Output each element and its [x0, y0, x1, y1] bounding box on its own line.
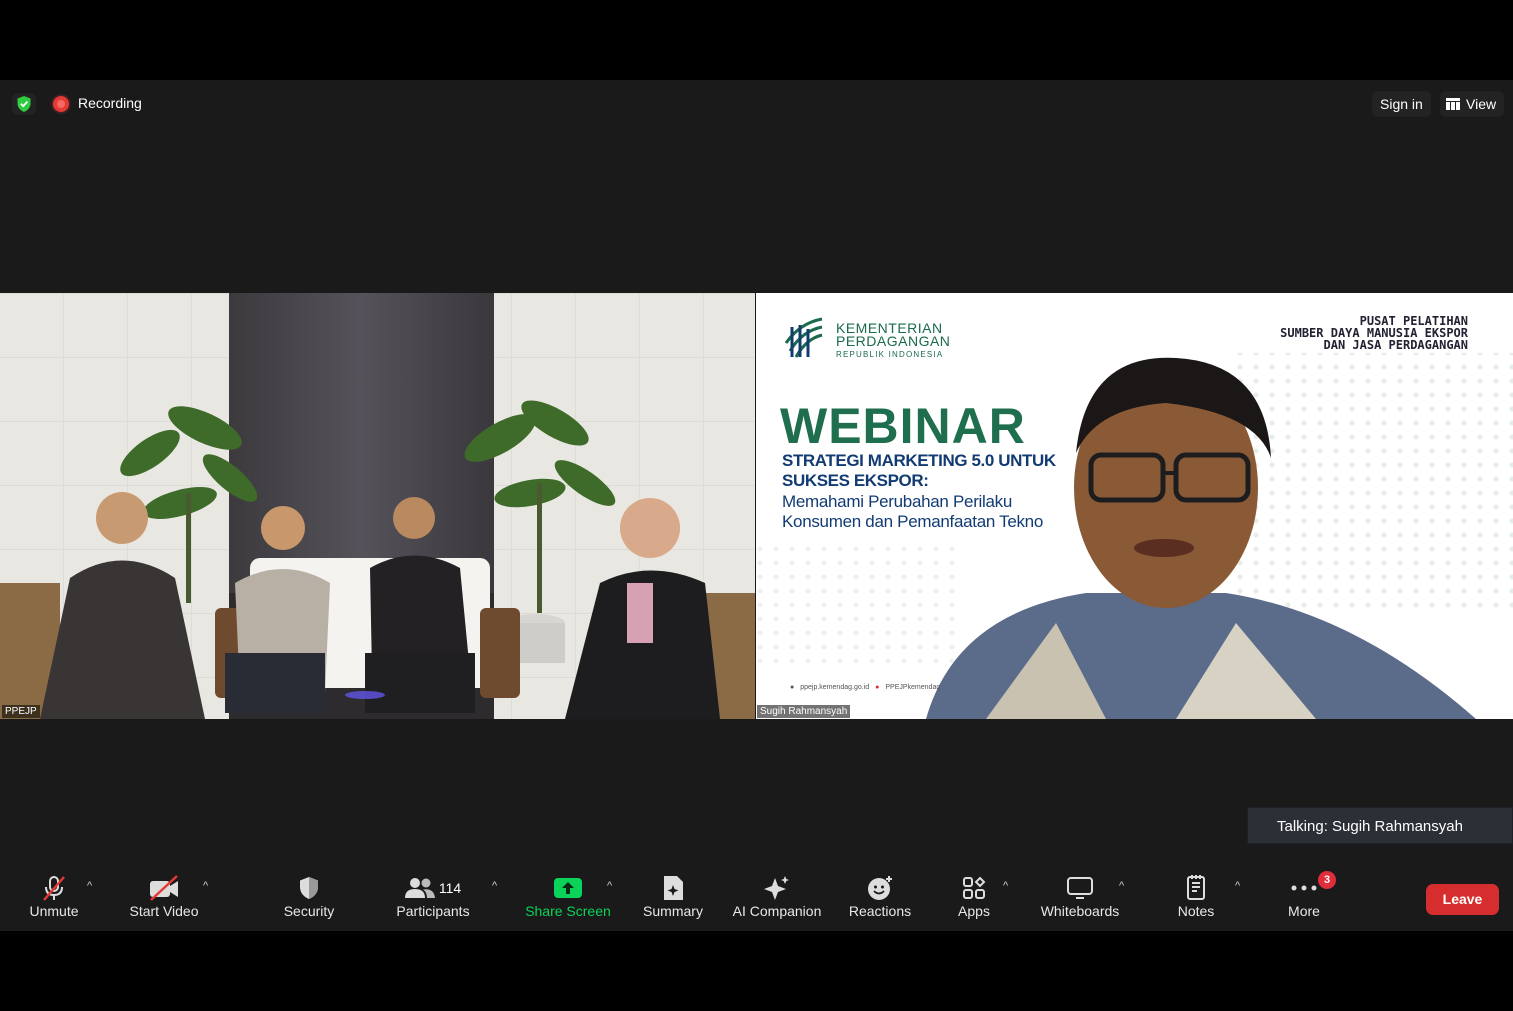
notes-button[interactable]: Notes: [1170, 863, 1222, 931]
slide-subtitle-line-2: Konsumen dan Pemanfaatan Tekno: [782, 512, 1043, 531]
summary-icon: [661, 869, 685, 907]
encryption-shield-icon[interactable]: [12, 93, 36, 115]
participant-name-tag: PPEJP: [2, 705, 40, 718]
unmute-button[interactable]: Unmute: [22, 863, 86, 931]
slide-footer-web: ppejp.kemendag.go.id: [800, 684, 870, 691]
participants-count: 114: [438, 880, 462, 896]
slide-title: STRATEGI MARKETING 5.0 UNTUK SUKSES EKSP…: [782, 451, 1082, 491]
video-muted-icon: [148, 869, 180, 907]
org-line-3: REPUBLIK INDONESIA: [836, 350, 944, 359]
more-label: More: [1288, 903, 1320, 919]
more-dots-icon: [1290, 869, 1318, 907]
slide-footer: ● ppejp.kemendag.go.id ● PPEJPkemendag: [790, 684, 940, 691]
more-notification-badge: 3: [1318, 871, 1336, 889]
recording-label[interactable]: Recording: [78, 95, 142, 111]
reactions-button[interactable]: Reactions: [846, 863, 914, 931]
security-button[interactable]: Security: [279, 863, 339, 931]
slide-title-line-1: STRATEGI MARKETING 5.0 UNTUK: [782, 451, 1056, 470]
top-bar: Recording Sign in View: [0, 80, 1513, 128]
video-feed-panel: [0, 293, 755, 719]
org-line-2: PERDAGANGAN: [836, 333, 951, 349]
meeting-toolbar: Unmute ^ Start Video ^ Security 114 Part…: [0, 863, 1513, 931]
audio-options-chevron-up-icon[interactable]: ^: [87, 880, 92, 892]
apps-label: Apps: [958, 903, 990, 919]
video-tile-speaker[interactable]: KEMENTERIAN PERDAGANGAN REPUBLIK INDONES…: [756, 293, 1513, 719]
notes-label: Notes: [1177, 903, 1215, 919]
view-button[interactable]: View: [1440, 91, 1505, 117]
start-video-button[interactable]: Start Video: [123, 863, 205, 931]
share-options-chevron-up-icon[interactable]: ^: [607, 880, 612, 892]
reactions-label: Reactions: [848, 903, 912, 919]
unmute-label: Unmute: [29, 903, 79, 919]
participants-icon-group: 114: [404, 869, 462, 907]
slide-subtitle: Memahami Perubahan Perilaku Konsumen dan…: [782, 492, 1112, 532]
record-icon[interactable]: [53, 96, 69, 112]
slide-title-line-2: SUKSES EKSPOR:: [782, 471, 929, 490]
grid-view-icon: [1446, 98, 1460, 110]
share-screen-icon: [553, 869, 583, 907]
kemendag-logo-icon: [784, 317, 823, 358]
notes-icon: [1184, 869, 1208, 907]
security-shield-icon: [297, 869, 321, 907]
apps-chevron-up-icon[interactable]: ^: [1003, 880, 1008, 892]
participants-chevron-up-icon[interactable]: ^: [492, 880, 497, 892]
talking-indicator: Talking: Sugih Rahmansyah: [1247, 807, 1513, 844]
security-label: Security: [283, 903, 335, 919]
whiteboards-label: Whiteboards: [1040, 903, 1120, 919]
whiteboards-chevron-up-icon[interactable]: ^: [1119, 880, 1124, 892]
apps-icon: [961, 869, 987, 907]
share-screen-button[interactable]: Share Screen: [524, 863, 612, 931]
speaker-name-tag: Sugih Rahmansyah: [757, 705, 851, 718]
letterbox-top: [0, 0, 1513, 80]
ai-sparkle-icon: [762, 869, 792, 907]
participants-icon: [404, 878, 435, 898]
whiteboards-button[interactable]: Whiteboards: [1036, 863, 1124, 931]
reaction-icon: [866, 869, 894, 907]
slide-subtitle-line-1: Memahami Perubahan Perilaku: [782, 492, 1013, 511]
ai-companion-button[interactable]: AI Companion: [729, 863, 825, 931]
meeting-window: Recording Sign in View PPEJP KEMENTERIAN…: [0, 80, 1513, 931]
summary-button[interactable]: Summary: [640, 863, 706, 931]
share-screen-label: Share Screen: [525, 903, 611, 919]
pusat-line-3: DAN JASA PERDAGANGAN: [1323, 338, 1469, 352]
video-tile-ppejp[interactable]: PPEJP: [0, 293, 755, 719]
ai-companion-label: AI Companion: [732, 903, 822, 919]
web-icon: ●: [790, 684, 795, 691]
slide-footer-youtube: PPEJPkemendag: [885, 684, 941, 691]
sign-in-button[interactable]: Sign in: [1372, 91, 1431, 117]
letterbox-bottom: [0, 931, 1513, 1011]
view-label: View: [1466, 96, 1497, 112]
slide-heading: WEBINAR: [780, 398, 1026, 454]
apps-button[interactable]: Apps: [952, 863, 996, 931]
participants-label: Participants: [396, 903, 470, 919]
participants-button[interactable]: 114 Participants: [392, 863, 474, 931]
pusat-text: PUSAT PELATIHAN SUMBER DAYA MANUSIA EKSP…: [1280, 315, 1468, 351]
start-video-label: Start Video: [129, 903, 199, 919]
microphone-muted-icon: [40, 869, 68, 907]
org-name: KEMENTERIAN PERDAGANGAN REPUBLIK INDONES…: [836, 321, 951, 361]
summary-label: Summary: [643, 903, 703, 919]
youtube-icon: ●: [875, 684, 880, 691]
leave-button[interactable]: Leave: [1426, 884, 1499, 915]
notes-chevron-up-icon[interactable]: ^: [1235, 880, 1240, 892]
whiteboard-icon: [1066, 869, 1094, 907]
video-options-chevron-up-icon[interactable]: ^: [203, 880, 208, 892]
